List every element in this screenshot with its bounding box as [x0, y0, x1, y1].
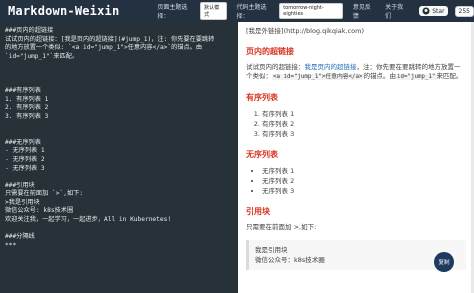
inline-code: <a id="jump_1">任意内容</a>: [272, 74, 364, 80]
editor-line[interactable]: [5, 122, 233, 131]
editor-line[interactable]: [5, 130, 233, 139]
page-theme-select[interactable]: 默认模式: [200, 2, 227, 20]
paragraph-link: 试试页内的超链接：我是页内的超链接，注：你先要在要跳转的地方放置一个类似：<a …: [246, 63, 466, 82]
app-title: Markdown-Weixin: [8, 4, 120, 18]
preview-top-line: [我是外链接](http://blog.qikqiak.com): [246, 27, 364, 35]
app-header: Markdown-Weixin 页面主题选择： 默认模式 代码主题选择： tom…: [0, 0, 474, 22]
heading-ordered-list: 有序列表: [246, 93, 278, 102]
list-item: 有序列表 2: [262, 119, 466, 129]
code-theme-label: 代码主题选择：: [236, 4, 267, 20]
quote-intro: 只需要在前面加 >,如下:: [246, 223, 317, 231]
editor-line[interactable]: - 无序列表 2: [5, 156, 233, 165]
about-link[interactable]: 关于我们: [385, 2, 407, 20]
code-theme-select[interactable]: tomorrow-night-eighties: [279, 3, 343, 19]
editor-line[interactable]: 只需要在前面加 `>`,如下:: [5, 190, 233, 199]
editor-line[interactable]: 欢迎关注我，一起学习，一起进步，All in Kubernetes!: [5, 216, 233, 225]
editor-line[interactable]: 试试页内的超链接：[我是页内的超链接](#jump_1)，注: 你先要在要跳转: [5, 36, 233, 45]
list-item: 无序列表 3: [262, 186, 466, 196]
editor-line[interactable]: [5, 61, 233, 70]
star-count[interactable]: 255: [454, 5, 474, 17]
page-theme-label: 页面主题选择：: [157, 4, 188, 20]
list-item: 有序列表 3: [262, 129, 466, 139]
editor-line[interactable]: [5, 79, 233, 88]
editor-line[interactable]: 3. 有序列表 3: [5, 113, 233, 122]
editor-line[interactable]: [5, 225, 233, 234]
star-label: Star: [432, 7, 445, 15]
editor-line[interactable]: 的地方放置一个类似: `<a id="jump_1">任意内容</a>`的锚点。…: [5, 44, 233, 53]
markdown-editor[interactable]: ###页内的超链接 试试页内的超链接：[我是页内的超链接](#jump_1)，注:…: [0, 22, 238, 293]
editor-line[interactable]: ###有序列表: [5, 87, 233, 96]
editor-line[interactable]: ###引用块: [5, 182, 233, 191]
editor-line[interactable]: ###页内的超链接: [5, 27, 233, 36]
heading-blockquote: 引用块: [246, 207, 270, 216]
editor-text[interactable]: ###页内的超链接 试试页内的超链接：[我是页内的超链接](#jump_1)，注:…: [0, 22, 238, 255]
list-item: 无序列表 2: [262, 176, 466, 186]
quote-line: 微信公众号：k8s技术圈: [255, 256, 325, 264]
feedback-link[interactable]: 意见反馈: [353, 2, 375, 20]
list-item: 无序列表 1: [262, 166, 466, 176]
unordered-list: 无序列表 1 无序列表 2 无序列表 3: [246, 166, 466, 196]
blockquote: 我是引用块 微信公众号：k8s技术圈: [246, 240, 466, 270]
github-star-button[interactable]: Star: [419, 6, 448, 16]
editor-line[interactable]: `id="jump_1"`来匹配。: [5, 53, 233, 62]
text: 来匹配。: [436, 72, 463, 80]
editor-line[interactable]: 2. 有序列表 2: [5, 104, 233, 113]
heading-link: 页内的超链接: [246, 47, 294, 56]
editor-line[interactable]: 微信公众号: k8s技术圈: [5, 207, 233, 216]
inline-code: id="jump_1": [396, 74, 437, 80]
text: 的锚点。由: [363, 72, 397, 80]
copy-button[interactable]: 复制: [434, 252, 454, 272]
anchor-link[interactable]: 我是页内的超链接: [305, 63, 357, 71]
editor-line[interactable]: - 无序列表 3: [5, 165, 233, 174]
heading-unordered-list: 无序列表: [246, 150, 278, 159]
github-icon: [422, 7, 430, 15]
header-nav: 页面主题选择： 默认模式 代码主题选择： tomorrow-night-eigh…: [157, 2, 474, 20]
editor-line[interactable]: [5, 173, 233, 182]
quote-line: 我是引用块: [255, 246, 288, 254]
editor-line[interactable]: ***: [5, 242, 233, 251]
list-item: 有序列表 1: [262, 109, 466, 119]
ordered-list: 有序列表 1 有序列表 2 有序列表 3: [246, 109, 466, 139]
text: 试试页内的超链接：: [246, 63, 305, 71]
editor-line[interactable]: [5, 70, 233, 79]
editor-line[interactable]: ###分隔线: [5, 233, 233, 242]
editor-line[interactable]: - 无序列表 1: [5, 147, 233, 156]
